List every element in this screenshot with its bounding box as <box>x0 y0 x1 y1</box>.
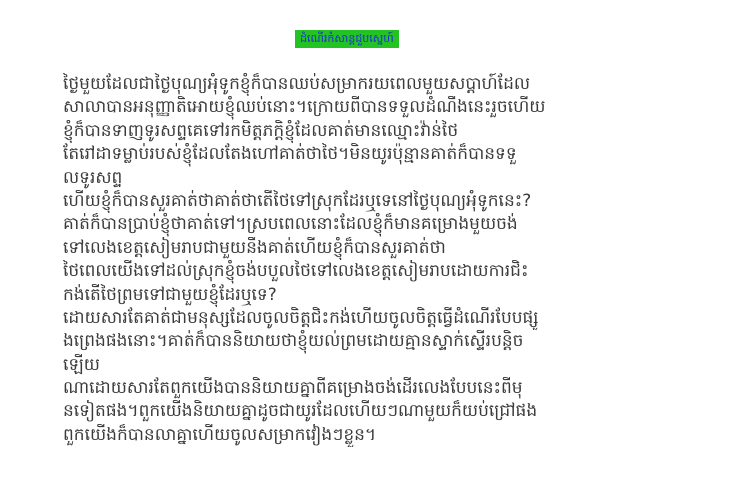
document-page: ដំណើរកំសាន្តជួបស្នេហ៍ ថ្ងៃមួយដែលជាថ្ងៃបុ… <box>0 0 755 481</box>
body-line: ខ្ញុំក៏បានទាញទូរសព្ទគេទៅរកមិត្តភក្តិខ្ញុ… <box>63 120 459 141</box>
body-line: ហើយខ្ញុំក៏បានសួរគាត់ថាគាត់ថាតើថៃទៅស្រុកដ… <box>63 190 532 211</box>
body-line: ឡើយ <box>63 354 100 375</box>
body-line: ដោយសារតែគាត់ជាមនុស្សដែលចូលចិត្តជិះកង់ហើយ… <box>63 307 539 328</box>
body-line: នទៀតផង។ពួកយើងនិយាយគ្នាដូចជាយូរដែលហើយៗណាម… <box>63 401 538 422</box>
body-line: ថៃពេលយើងទៅដល់ស្រុកខ្ញុំចង់បបួលថៃទៅលេងខេត… <box>63 261 529 282</box>
body-line: ទៅលេងខេត្តសៀមរាបជាមួយនឹងគាត់ហើយខ្ញុំក៏បា… <box>63 237 446 258</box>
body-line: ថ្ងៃមួយដែលជាថ្ងៃបុណ្យអុំទូកខ្ញុំក៏បានឈប់… <box>63 74 531 94</box>
body-line: ណាដោយសារតែពួកយើងបាននិយាយគ្នាពីគម្រោងចង់ដ… <box>63 378 523 399</box>
document-title: ដំណើរកំសាន្តជួបស្នេហ៍ <box>295 30 399 48</box>
document-body: ថ្ងៃមួយដែលជាថ្ងៃបុណ្យអុំទូកខ្ញុំក៏បានឈប់… <box>63 73 683 447</box>
body-line: គាត់ក៏បានប្រាប់ខ្ញុំថាគាត់ទៅ។ស្របពេលនោះដ… <box>63 214 518 235</box>
body-line: តែរៅដាទម្លាប់របស់ខ្ញុំដែលតែងហៅគាត់ថាថៃ។ម… <box>63 144 517 165</box>
body-line: សាលាបានអនុញ្ញាតិអោយខ្ញុំឈប់នោះ។ក្រោយពីបា… <box>63 97 546 118</box>
body-line: ងព្រេងផងនោះ។គាត់ក៏បាននិយាយថាខ្ញុំយល់ព្រម… <box>63 331 524 352</box>
body-line: ពួកយើងក៏បានលាគ្នាហើយចូលសម្រាកវៀងៗខ្លួន។ <box>63 424 377 445</box>
body-line: កង់តើថៃព្រមទៅជាមួយខ្ញុំដែរឬទេ? <box>63 284 277 305</box>
body-line: លទូរសព្ទ <box>63 167 123 188</box>
